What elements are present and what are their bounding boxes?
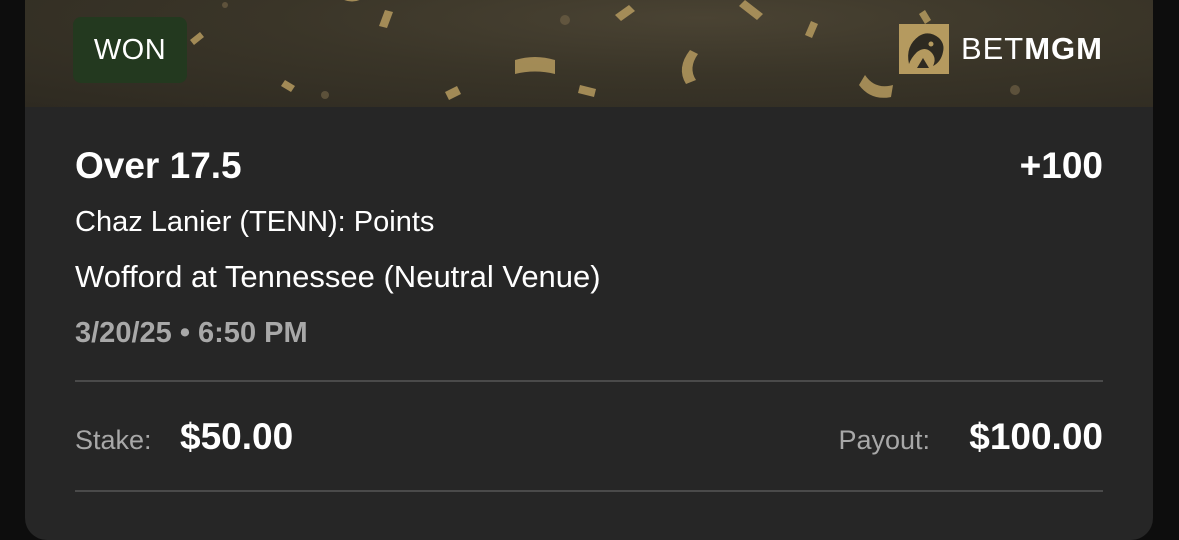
stake-label: Stake: [75, 425, 152, 455]
divider [75, 380, 1103, 382]
brand-name-bold: MGM [1024, 31, 1103, 66]
bet-market: Chaz Lanier (TENN): Points [75, 206, 435, 238]
stake-value: $50.00 [180, 416, 294, 457]
payout-value: $100.00 [969, 416, 1103, 457]
bet-selection: Over 17.5 [75, 145, 242, 186]
brand-name-regular: BET [960, 31, 1025, 66]
payout-label: Payout: [838, 425, 930, 455]
status-badge: WON [73, 17, 187, 83]
bet-odds: +100 [1019, 145, 1103, 186]
lion-icon [898, 24, 949, 74]
bet-card[interactable]: WON BETMGM Over 17.5 +100 Chaz Lanier (T… [25, 0, 1153, 540]
status-badge-label: WON [93, 33, 167, 66]
bet-matchup: Wofford at Tennessee (Neutral Venue) [75, 259, 601, 294]
bet-datetime: 3/20/25 • 6:50 PM [75, 317, 308, 349]
brand-logo: BETMGM [898, 24, 1103, 74]
divider-bottom [75, 490, 1103, 492]
brand-name: BETMGM [961, 31, 1103, 67]
won-banner: WON BETMGM [25, 0, 1153, 107]
